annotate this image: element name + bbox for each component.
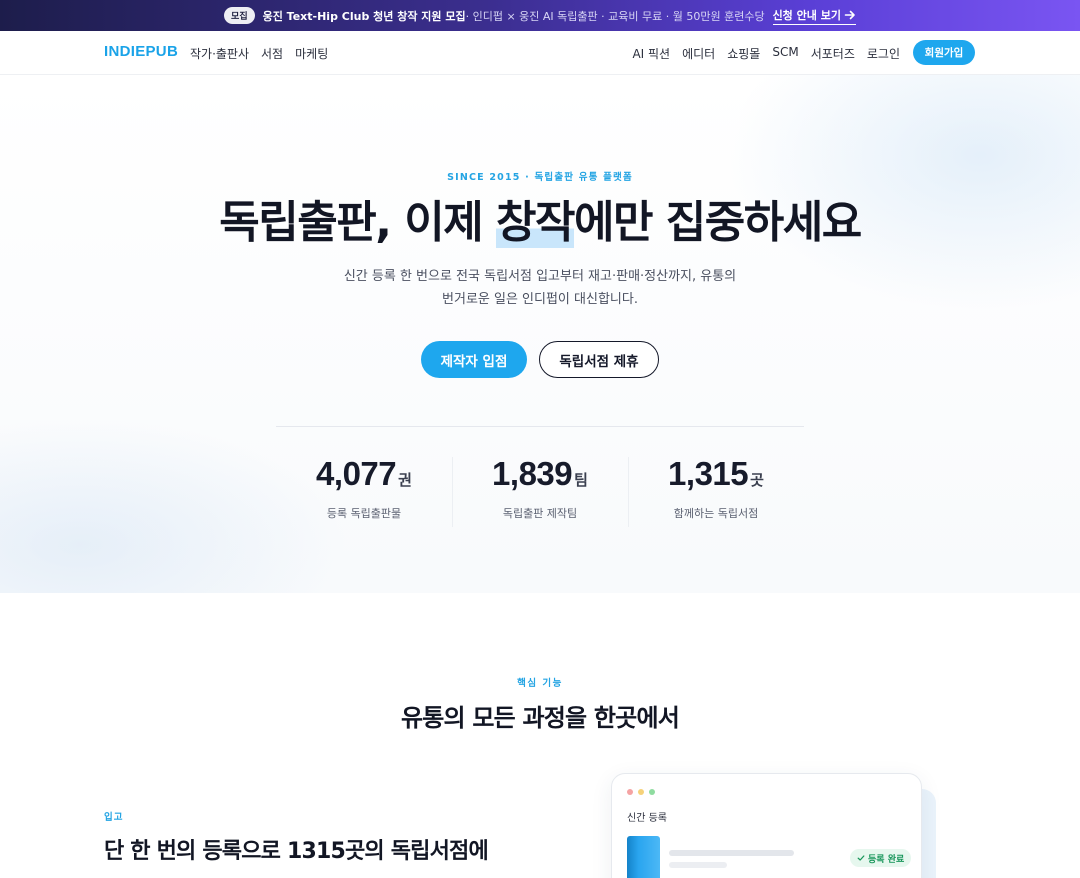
announcement-bar[interactable]: 모집 웅진 Text-Hip Club 청년 창작 지원 모집 · 인디펍 × … — [0, 0, 1080, 31]
nav-link-shop[interactable]: 쇼핑몰 — [727, 45, 760, 62]
announcement-headline: 웅진 Text-Hip Club 청년 창작 지원 모집 — [262, 9, 466, 23]
nav-right-links: AI 픽션 에디터 쇼핑몰 SCM 서포터즈 로그인 — [632, 45, 900, 62]
signup-button[interactable]: 회원가입 — [913, 40, 975, 65]
hero-subcopy: 신간 등록 한 번으로 전국 독립서점 입고부터 재고·판매·정산까지, 유통의… — [0, 265, 1080, 311]
feature-heading: 단 한 번의 등록으로 1315곳의 독립서점에 — [104, 839, 489, 864]
hero-section: SINCE 2015 · 독립출판 유통 플랫폼 독립출판, 이제 창작에만 집… — [0, 75, 1080, 593]
stat-teams: 1,839 팀 독립출판 제작팀 — [452, 455, 628, 527]
window-dot-green — [649, 789, 655, 795]
nav-link-ai-fiction[interactable]: AI 픽션 — [632, 45, 670, 62]
registration-complete-label: 등록 완료 — [868, 854, 905, 865]
headline-highlight: 창작 — [496, 197, 575, 248]
placeholder-line — [669, 862, 727, 868]
features-title: 유통의 모든 과정을 한곳에서 — [400, 704, 680, 732]
top-navigation: INDIEPUB 작가·출판사 서점 마케팅 AI 픽션 에디터 쇼핑몰 SCM… — [0, 31, 1080, 75]
nav-link-editor[interactable]: 에디터 — [682, 45, 715, 62]
nav-link-marketing[interactable]: 마케팅 — [295, 45, 328, 62]
features-section: 핵심 기능 유통의 모든 과정을 한곳에서 입고 단 한 번의 등록으로 131… — [0, 593, 1080, 878]
producer-join-button[interactable]: 제작자 입점 — [421, 341, 527, 378]
stats-row: 4,077 권 등록 독립출판물 1,839 팀 독립출판 제작팀 1,315 곳 함… — [276, 455, 804, 527]
hero-subcopy-line-1: 신간 등록 한 번으로 전국 독립서점 입고부터 재고·판매·정산까지, 유통의 — [343, 269, 737, 284]
check-icon — [857, 855, 865, 861]
arrow-right-icon — [844, 10, 855, 19]
hero-eyebrow: SINCE 2015 · 독립출판 유통 플랫폼 — [447, 172, 633, 183]
registration-complete-badge: 등록 완료 — [850, 849, 912, 867]
stat-value: 1,315 — [668, 455, 749, 492]
hero-subcopy-line-2: 번거로운 일은 인디펍이 대신합니다. — [442, 292, 638, 307]
bookstore-partner-button[interactable]: 독립서점 제휴 — [539, 341, 659, 378]
stat-unit: 팀 — [574, 471, 588, 489]
stat-label: 등록 독립출판물 — [326, 507, 402, 520]
feature-tag-inbound: 입고 — [104, 812, 124, 823]
recruit-badge: 모집 — [224, 7, 255, 24]
mock-title: 신간 등록 — [627, 813, 667, 824]
stat-unit: 권 — [398, 471, 412, 489]
stat-value: 1,839 — [492, 455, 573, 492]
indiepub-logo[interactable]: INDIEPUB — [104, 43, 178, 60]
window-dots — [627, 789, 655, 795]
stat-publications: 4,077 권 등록 독립출판물 — [276, 455, 452, 527]
stat-value: 4,077 — [316, 455, 397, 492]
headline-part-2: 에만 집중하세요 — [574, 197, 862, 248]
features-eyebrow: 핵심 기능 — [517, 678, 563, 689]
headline-part-1: 독립출판, 이제 — [219, 197, 497, 248]
announcement-details: · 인디펍 × 웅진 AI 독립출판 · 교육비 무료 · 월 50만원 훈련수… — [465, 9, 765, 23]
nav-left-links: 작가·출판사 서점 마케팅 — [190, 45, 328, 62]
book-cover-image — [627, 836, 660, 878]
announcement-cta-label: 신청 안내 보기 — [772, 8, 841, 22]
stat-label: 독립출판 제작팀 — [502, 507, 578, 520]
stats-divider — [276, 426, 804, 427]
window-dot-red — [627, 789, 633, 795]
window-dot-yellow — [638, 789, 644, 795]
announcement-cta-link[interactable]: 신청 안내 보기 — [772, 7, 856, 25]
hero-headline: 독립출판, 이제 창작에만 집중하세요 — [0, 193, 1080, 253]
hero-button-row: 제작자 입점 독립서점 제휴 — [0, 341, 1080, 378]
nav-link-scm[interactable]: SCM — [772, 45, 798, 62]
stat-unit: 곳 — [750, 471, 764, 489]
new-book-registration-mock: 신간 등록 등록 완료 — [611, 773, 922, 878]
placeholder-line — [669, 850, 794, 856]
stat-bookstores: 1,315 곳 함께하는 독립서점 — [628, 455, 804, 527]
nav-link-authors-publishers[interactable]: 작가·출판사 — [190, 45, 249, 62]
nav-link-bookstores[interactable]: 서점 — [261, 45, 283, 62]
stat-label: 함께하는 독립서점 — [673, 507, 759, 520]
nav-link-login[interactable]: 로그인 — [867, 45, 900, 62]
nav-link-supporters[interactable]: 서포터즈 — [811, 45, 855, 62]
